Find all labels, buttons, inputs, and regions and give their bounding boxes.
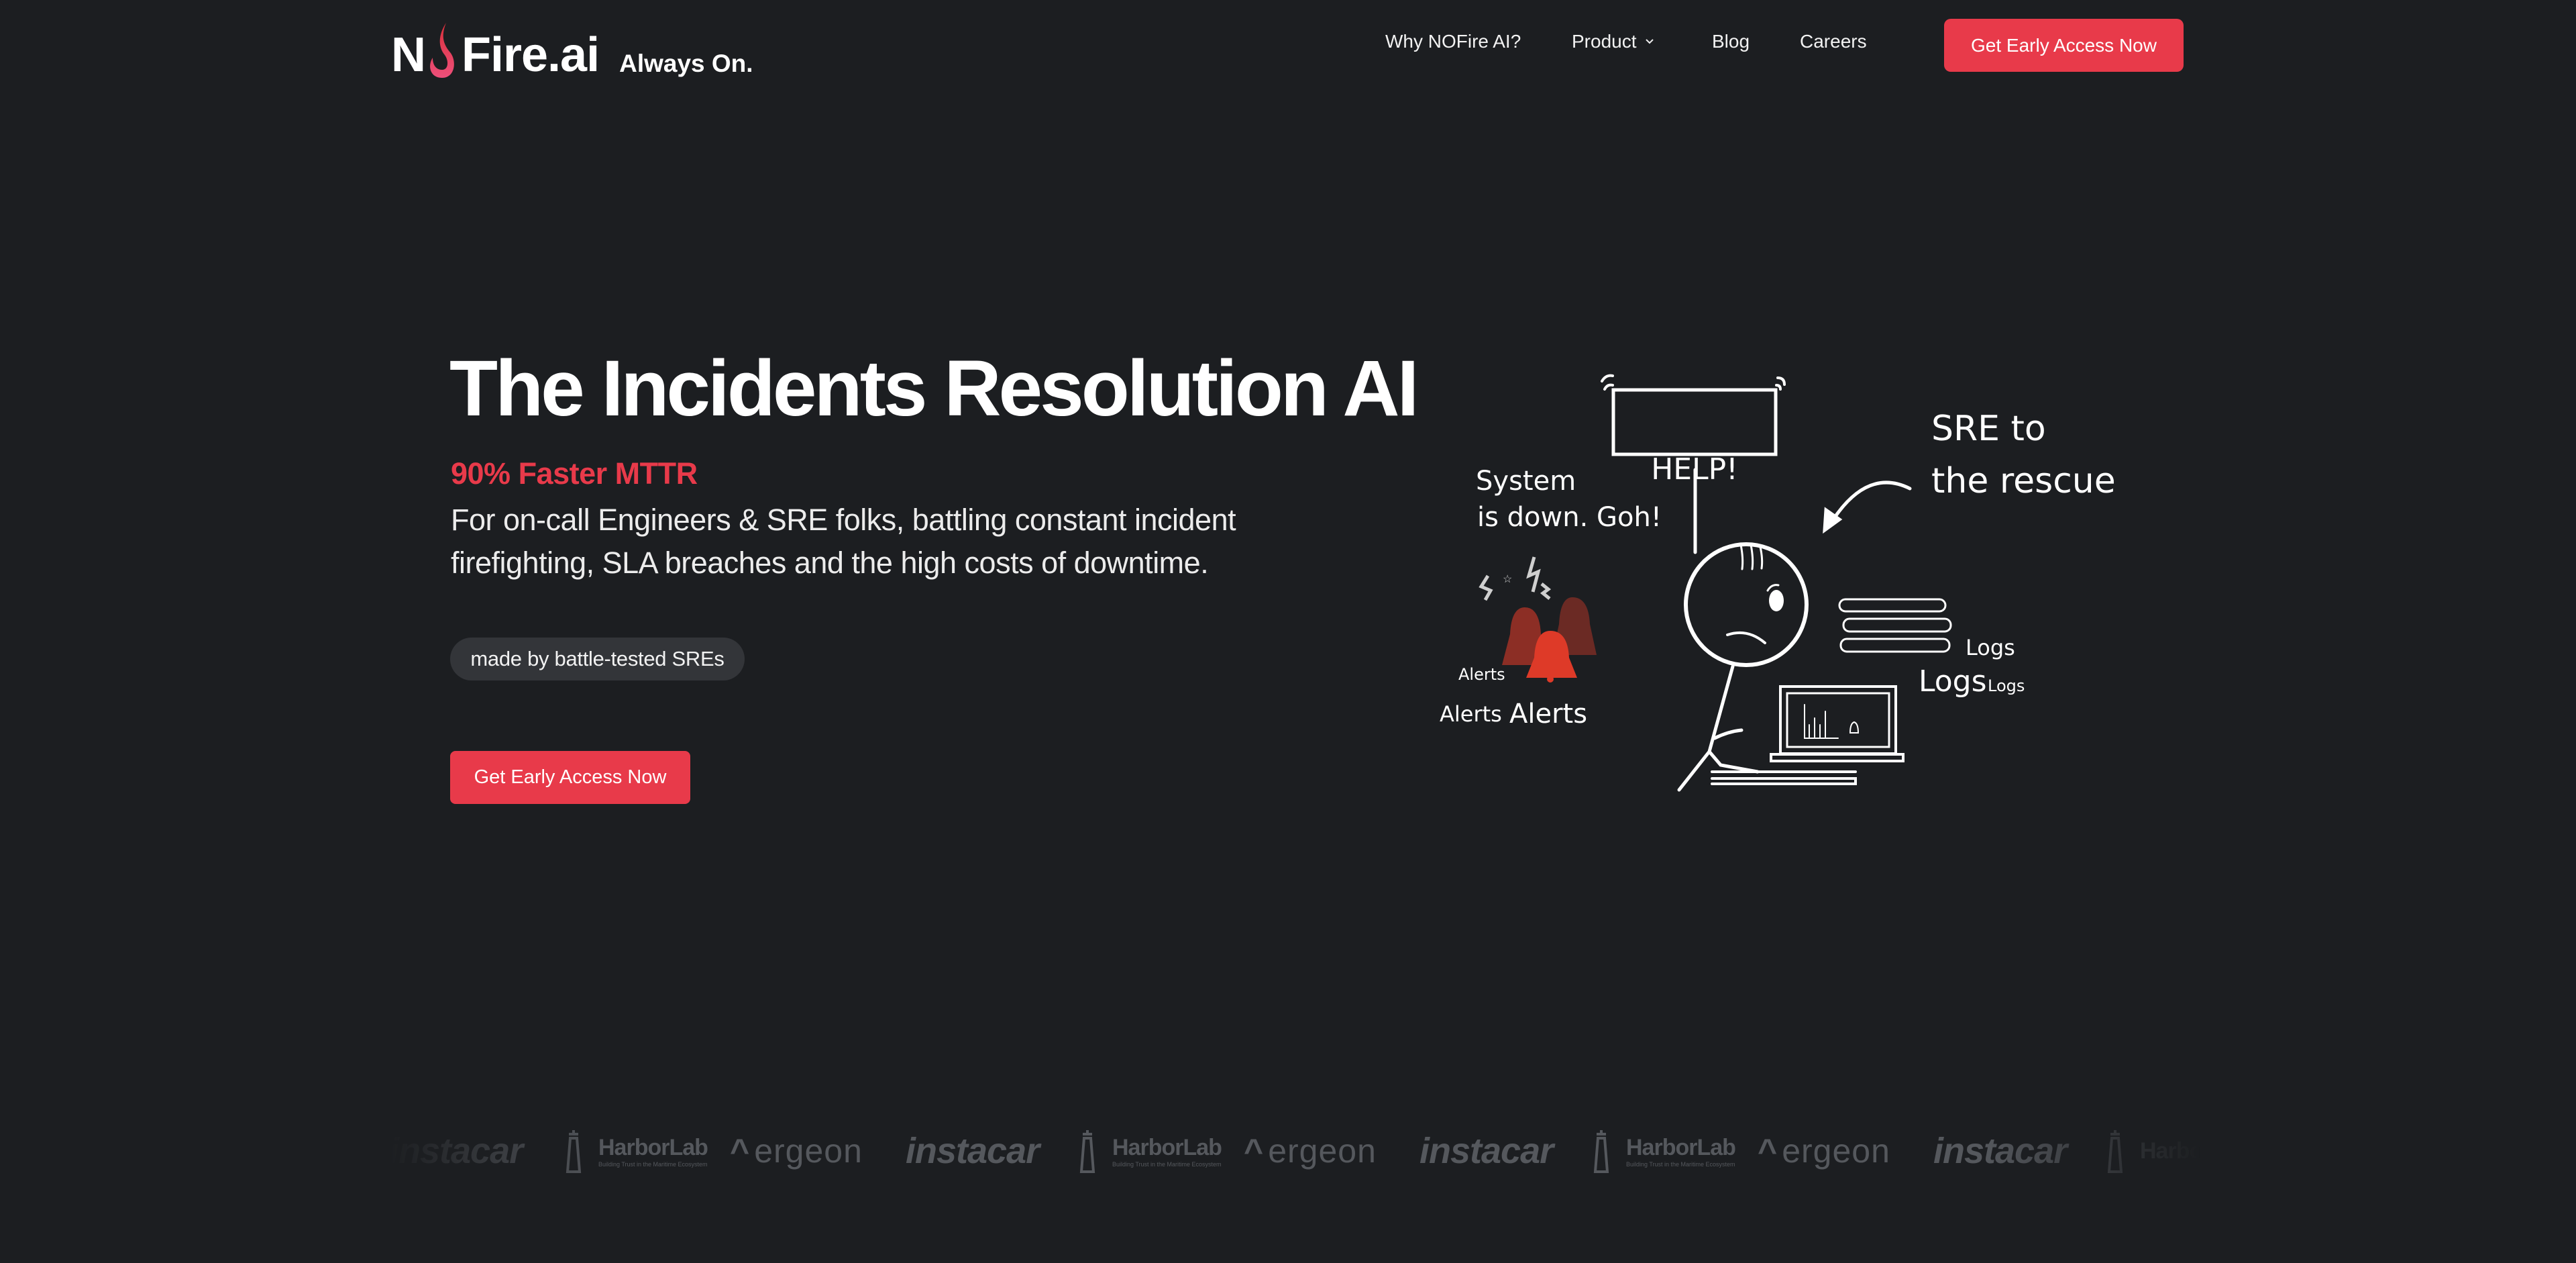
chevron-down-icon	[1645, 39, 1654, 44]
nav-product[interactable]: Product	[1572, 31, 1654, 52]
ergeon-text: ergeon	[1782, 1132, 1890, 1170]
logs-stack-icon	[1838, 598, 1952, 653]
flame-icon	[430, 23, 454, 78]
logo-text-fire: Fire.ai	[462, 28, 600, 82]
illustration-text: is down. Goh!	[1477, 502, 1662, 533]
hero-description: For on-call Engineers & SRE folks, battl…	[451, 499, 1323, 585]
ergeon-chevron-icon: ^	[730, 1132, 751, 1170]
illustration-text: Alerts	[1509, 699, 1587, 729]
logo-instacar: instacar	[389, 1131, 523, 1171]
hero-highlight: 90% Faster MTTR	[451, 456, 698, 491]
harborlab-text: HarborLab	[2140, 1138, 2250, 1164]
logo-harborlab: HarborLab Building Trust in the Maritime …	[1071, 1114, 1222, 1188]
logo-harborlab: HarborLab	[2098, 1114, 2250, 1188]
lighthouse-icon	[566, 1130, 582, 1173]
logo-wordmark: N Fire.ai	[391, 21, 600, 82]
harborlab-subtext: Building Trust in the Maritime Ecosystem	[598, 1160, 708, 1168]
logo[interactable]: N Fire.ai Always On.	[391, 19, 753, 79]
logo-ergeon: ^ ergeon	[730, 1114, 863, 1188]
help-sign	[1611, 388, 1778, 456]
illustration-text: Logs	[1966, 635, 2015, 660]
desk	[1711, 770, 1857, 785]
illustration-text: Logs	[1919, 664, 1987, 699]
illustration-text: System	[1476, 466, 1576, 497]
harborlab-text: HarborLab	[598, 1134, 708, 1160]
ergeon-chevron-icon: ^	[1244, 1132, 1265, 1170]
laptop-icon	[1779, 685, 1897, 755]
logo-instacar: instacar	[906, 1131, 1040, 1171]
hero-description-line: firefighting, SLA breaches and the high …	[451, 546, 1209, 580]
customer-logos-strip: instacar HarborLab Building Trust in the …	[389, 1114, 2250, 1188]
logo-ergeon: ^ ergeon	[1244, 1114, 1377, 1188]
nav-blog[interactable]: Blog	[1712, 31, 1750, 52]
illustration-text: the rescue	[1931, 461, 2116, 501]
harborlab-subtext: Building Trust in the Maritime Ecosystem	[1112, 1160, 1222, 1168]
illustration-text: Alerts	[1458, 665, 1505, 684]
nav-product-label: Product	[1572, 31, 1637, 52]
svg-text:☆: ☆	[1503, 574, 1512, 585]
lighthouse-icon	[1079, 1130, 1095, 1173]
logo-text-n: N	[391, 28, 426, 82]
header-cta-button[interactable]: Get Early Access Now	[1944, 19, 2184, 72]
logo-instacar: instacar	[1933, 1131, 2068, 1171]
logo-instacar: instacar	[1419, 1131, 1554, 1171]
ergeon-text: ergeon	[1268, 1132, 1377, 1170]
harborlab-text: HarborLab	[1112, 1134, 1222, 1160]
hero-cta-button[interactable]: Get Early Access Now	[450, 751, 690, 804]
ergeon-text: ergeon	[754, 1132, 863, 1170]
help-sign-text: HELP!	[1651, 452, 1738, 487]
illustration-text: Alerts	[1440, 701, 1502, 727]
logo-tagline: Always On.	[619, 50, 753, 77]
illustration-text: SRE to	[1931, 409, 2046, 449]
logo-harborlab: HarborLab Building Trust in the Maritime …	[1585, 1114, 1736, 1188]
nav-why-nofire[interactable]: Why NOFire AI?	[1385, 31, 1521, 52]
alert-bells-icon: ☆	[1479, 556, 1597, 683]
logo-ergeon: ^ ergeon	[1758, 1114, 1890, 1188]
made-by-badge: made by battle-tested SREs	[450, 638, 745, 680]
logo-harborlab: HarborLab Building Trust in the Maritime …	[557, 1114, 708, 1188]
illustration-text: Logs	[1988, 676, 2025, 695]
stick-figure-head	[1684, 542, 1809, 667]
sre-illustration: ☆ HELP! System is down. Goh! SRE to the …	[1440, 374, 2116, 792]
nav-careers[interactable]: Careers	[1800, 31, 1867, 52]
harborlab-subtext: Building Trust in the Maritime Ecosystem	[1626, 1160, 1735, 1168]
harborlab-text: HarborLab	[1626, 1134, 1736, 1160]
ergeon-chevron-icon: ^	[1758, 1132, 1778, 1170]
lighthouse-icon	[1593, 1130, 1609, 1173]
lighthouse-icon	[2107, 1130, 2123, 1173]
hero-description-line: For on-call Engineers & SRE folks, battl…	[451, 503, 1236, 537]
page-title: The Incidents Resolution AI	[449, 344, 1419, 433]
